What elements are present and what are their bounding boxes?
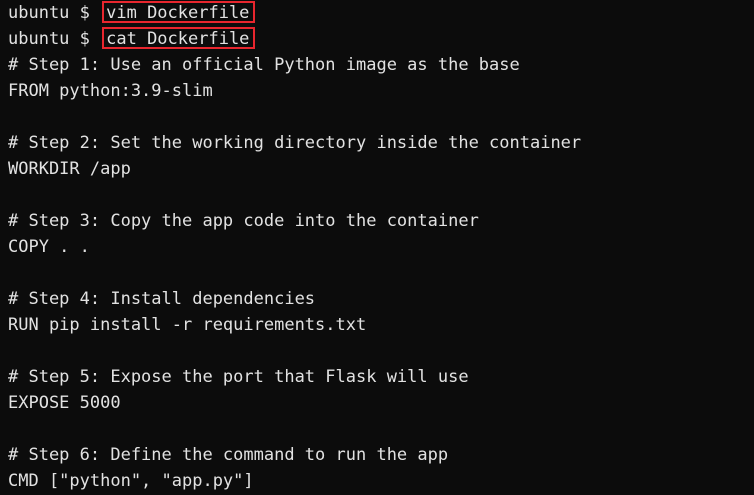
output-line: WORKDIR /app [8, 159, 131, 179]
shell-prompt: ubuntu $ [8, 3, 101, 23]
output-line: # Step 3: Copy the app code into the con… [8, 211, 479, 231]
command-line: ubuntu $ vim Dockerfile [8, 0, 754, 26]
output-line: CMD ["python", "app.py"] [8, 471, 254, 491]
shell-prompt: ubuntu $ [8, 29, 101, 49]
highlighted-command: cat Dockerfile [102, 27, 256, 49]
output-line: # Step 4: Install dependencies [8, 289, 316, 309]
command-line: ubuntu $ cat Dockerfile [8, 26, 754, 52]
output-line: RUN pip install -r requirements.txt [8, 315, 367, 335]
output-line: EXPOSE 5000 [8, 393, 121, 413]
terminal-window[interactable]: ubuntu $ vim Dockerfile ubuntu $ cat Doc… [0, 0, 754, 495]
output-line: # Step 5: Expose the port that Flask wil… [8, 367, 469, 387]
output-line: # Step 6: Define the command to run the … [8, 445, 449, 465]
output-line: FROM python:3.9-slim [8, 81, 213, 101]
output-line: # Step 1: Use an official Python image a… [8, 55, 520, 75]
output-line: COPY . . [8, 237, 90, 257]
highlighted-command: vim Dockerfile [102, 1, 256, 23]
output-line: # Step 2: Set the working directory insi… [8, 133, 582, 153]
